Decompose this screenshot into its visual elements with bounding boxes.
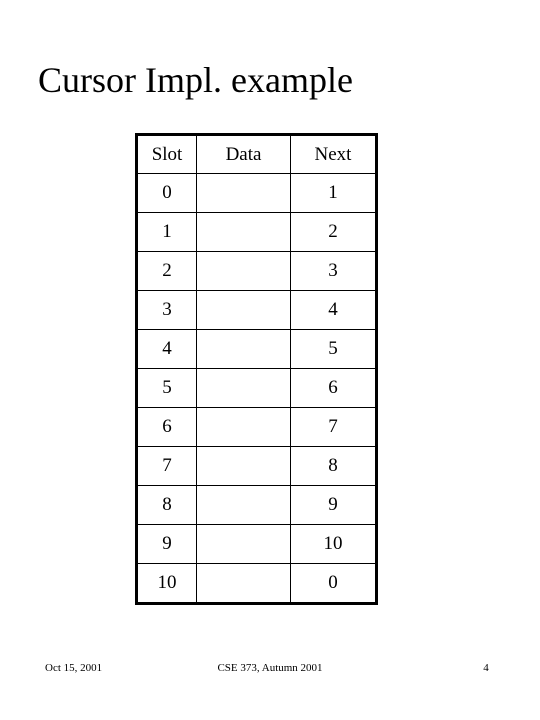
- table-row: 8 9: [136, 485, 377, 525]
- table-body: 0 1 1 2 2 3 3 4 4 5 5 6 6 7 7 8 8 9 9 10…: [136, 173, 377, 604]
- cell-next: 4: [290, 290, 377, 330]
- footer-page-number: 4: [483, 662, 489, 674]
- cell-data: [196, 290, 291, 330]
- table-row: 1 2: [136, 212, 377, 252]
- table-row: 7 8: [136, 446, 377, 486]
- cell-data: [196, 173, 291, 213]
- cell-slot: 10: [136, 563, 197, 604]
- cell-slot: 4: [136, 329, 197, 369]
- table-row: 2 3: [136, 251, 377, 291]
- cell-slot: 1: [136, 212, 197, 252]
- table-row: 9 10: [136, 524, 377, 564]
- table-header: Slot Data Next: [136, 134, 377, 174]
- cell-data: [196, 368, 291, 408]
- cursor-table-container: Slot Data Next 0 1 1 2 2 3 3 4 4 5 5 6 6…: [135, 133, 378, 605]
- cell-next: 9: [290, 485, 377, 525]
- cell-data: [196, 446, 291, 486]
- cell-next: 2: [290, 212, 377, 252]
- column-header-slot: Slot: [136, 134, 197, 174]
- page-title: Cursor Impl. example: [38, 60, 353, 101]
- cell-slot: 9: [136, 524, 197, 564]
- cell-slot: 0: [136, 173, 197, 213]
- cell-slot: 3: [136, 290, 197, 330]
- cell-next: 3: [290, 251, 377, 291]
- table-row: 0 1: [136, 173, 377, 213]
- slide-footer: Oct 15, 2001 CSE 373, Autumn 2001 4: [0, 660, 540, 684]
- cell-next: 6: [290, 368, 377, 408]
- cell-data: [196, 407, 291, 447]
- table-row: 6 7: [136, 407, 377, 447]
- cell-data: [196, 563, 291, 604]
- cursor-implementation-table: Slot Data Next 0 1 1 2 2 3 3 4 4 5 5 6 6…: [135, 133, 378, 605]
- table-row: 4 5: [136, 329, 377, 369]
- cell-data: [196, 251, 291, 291]
- cell-slot: 5: [136, 368, 197, 408]
- cell-next: 8: [290, 446, 377, 486]
- column-header-data: Data: [196, 134, 291, 174]
- cell-next: 5: [290, 329, 377, 369]
- slide-canvas: Cursor Impl. example Slot Data Next 0 1: [0, 0, 540, 720]
- cell-data: [196, 485, 291, 525]
- column-header-next: Next: [290, 134, 377, 174]
- cell-data: [196, 524, 291, 564]
- cell-next: 10: [290, 524, 377, 564]
- cell-data: [196, 329, 291, 369]
- cell-slot: 2: [136, 251, 197, 291]
- cell-next: 0: [290, 563, 377, 604]
- table-row: 10 0: [136, 563, 377, 604]
- cell-slot: 6: [136, 407, 197, 447]
- table-row: 3 4: [136, 290, 377, 330]
- cell-slot: 7: [136, 446, 197, 486]
- cell-slot: 8: [136, 485, 197, 525]
- table-row: 5 6: [136, 368, 377, 408]
- cell-data: [196, 212, 291, 252]
- cell-next: 1: [290, 173, 377, 213]
- table-header-row: Slot Data Next: [136, 134, 377, 174]
- cell-next: 7: [290, 407, 377, 447]
